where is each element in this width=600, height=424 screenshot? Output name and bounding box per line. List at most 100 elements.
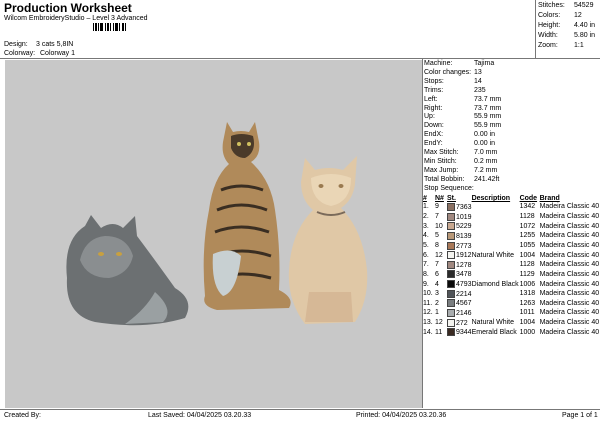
row-n: 6	[435, 270, 439, 278]
row-n: 10	[435, 222, 443, 230]
row-st: 8139	[447, 231, 472, 242]
row-st: 2773	[447, 241, 472, 252]
color-swatch	[447, 309, 455, 318]
row-n: 8	[435, 241, 439, 249]
row-code: 1055	[519, 241, 536, 249]
row-brand: Madeira Classic 40	[539, 222, 600, 230]
color-swatch	[447, 203, 455, 211]
stitch-count: 9344	[456, 329, 472, 337]
color-swatch	[447, 270, 455, 279]
prop-value: 55.9 mm	[474, 122, 502, 130]
color-swatch	[447, 212, 455, 221]
row-n: 12	[435, 319, 443, 327]
row-n: 7	[435, 261, 439, 269]
color-swatch	[447, 299, 455, 308]
prop-value: 55.9 mm	[474, 113, 502, 121]
row-code: 1011	[519, 309, 535, 317]
footer-created-by: Created By:	[4, 412, 41, 419]
row-brand: Madeira Classic 40	[539, 319, 600, 327]
row-brand: Madeira Classic 40	[539, 309, 600, 317]
row-num: 4.	[423, 232, 429, 240]
prop-value: Tajima	[474, 60, 495, 67]
row-st: 5229	[447, 222, 472, 232]
row-description	[472, 222, 520, 232]
color-swatch	[447, 222, 455, 231]
prop-label: EndY:	[424, 140, 443, 148]
col-header-description: Description	[471, 195, 511, 202]
stat-value: 4.40 in	[574, 22, 596, 29]
row-code: 1342	[519, 203, 536, 211]
row-code: 1128	[519, 261, 535, 269]
row-brand: Madeira Classic 40	[539, 261, 600, 269]
stat-label: Colors:	[538, 12, 561, 19]
row-n: 3	[435, 290, 439, 298]
col-header-n: N#	[435, 195, 444, 202]
row-code: 1129	[519, 270, 535, 278]
row-code: 1000	[519, 328, 536, 336]
row-code: 1004	[519, 251, 536, 259]
row-description: Natural White	[471, 251, 514, 259]
table-row: 11. 2 4567 1263 Madeira Classic 40	[423, 299, 599, 309]
row-description	[472, 242, 520, 252]
table-row: 7. 7 1278 1128 Madeira Classic 40	[423, 260, 600, 271]
row-num: 5.	[423, 241, 429, 249]
stitch-count: 1912	[456, 252, 472, 260]
row-st: 2214	[447, 289, 472, 300]
table-row: 8. 6 3478 1129 Madeira Classic 40	[423, 270, 599, 280]
prop-label: Max Jump:	[424, 166, 459, 174]
prop-value: 14	[474, 77, 482, 85]
row-num: 14.	[423, 328, 433, 336]
row-n: 4	[435, 280, 439, 288]
stop-sequence-table: # N# St. Description Code Brand 1. 9 7363 1…	[423, 195, 599, 338]
stitch-count: 4567	[456, 300, 472, 308]
row-num: 3.	[423, 222, 429, 230]
prop-label: EndX:	[424, 131, 444, 139]
row-description	[472, 213, 520, 223]
row-st: 9344	[447, 328, 472, 338]
row-brand: Madeira Classic 40	[539, 241, 600, 249]
divider	[0, 409, 600, 410]
prop-value: 0.2 mm	[474, 157, 498, 165]
table-row: 12. 1 2146 1011 Madeira Classic 40	[423, 309, 599, 319]
divider	[0, 58, 600, 59]
row-st: 7363	[447, 203, 472, 213]
cats-embroidery-image	[66, 122, 368, 326]
stitch-count: 2214	[456, 290, 472, 298]
row-description: Emerald Black	[471, 328, 517, 336]
footer-printed: Printed: 04/04/2025 03.20.36	[356, 412, 447, 419]
row-code: 1006	[519, 280, 536, 288]
stat-value: 1:1	[574, 42, 584, 49]
color-swatch	[447, 328, 455, 337]
row-brand: Madeira Classic 40	[539, 213, 600, 221]
color-swatch	[447, 318, 455, 327]
row-n: 9	[435, 203, 439, 211]
row-brand: Madeira Classic 40	[539, 203, 600, 211]
prop-value: 0.00 in	[474, 140, 496, 148]
row-description	[472, 261, 520, 271]
design-value: 3 cats 5,8IN	[36, 41, 74, 48]
prop-label: Max Stitch:	[424, 149, 459, 157]
stitch-count: 1019	[456, 213, 472, 221]
prop-label: Stops:	[424, 77, 444, 85]
prop-value: 235	[474, 86, 486, 94]
row-num: 1.	[423, 203, 429, 211]
row-code: 1318	[519, 290, 536, 298]
row-st: 1912	[447, 251, 472, 261]
page-title: Production Worksheet	[4, 1, 132, 15]
color-swatch	[447, 289, 455, 298]
stat-label: Stitches:	[538, 2, 565, 9]
row-num: 13.	[423, 319, 433, 327]
stat-value: 5.80 in	[574, 32, 596, 39]
row-st: 1019	[447, 212, 472, 223]
col-header-st: St.	[447, 195, 456, 202]
footer-last-saved: Last Saved: 04/04/2025 03.20.33	[148, 412, 252, 419]
footer-page: Page 1 of 1	[562, 412, 598, 419]
row-code: 1128	[519, 213, 535, 221]
row-brand: Madeira Classic 40	[539, 232, 600, 240]
row-code: 1255	[519, 232, 536, 240]
table-row: 1. 9 7363 1342 Madeira Classic 40	[423, 203, 599, 213]
row-description	[472, 232, 520, 242]
design-label: Design:	[4, 41, 28, 48]
color-swatch	[447, 251, 455, 260]
col-header-brand: Brand	[539, 195, 560, 202]
